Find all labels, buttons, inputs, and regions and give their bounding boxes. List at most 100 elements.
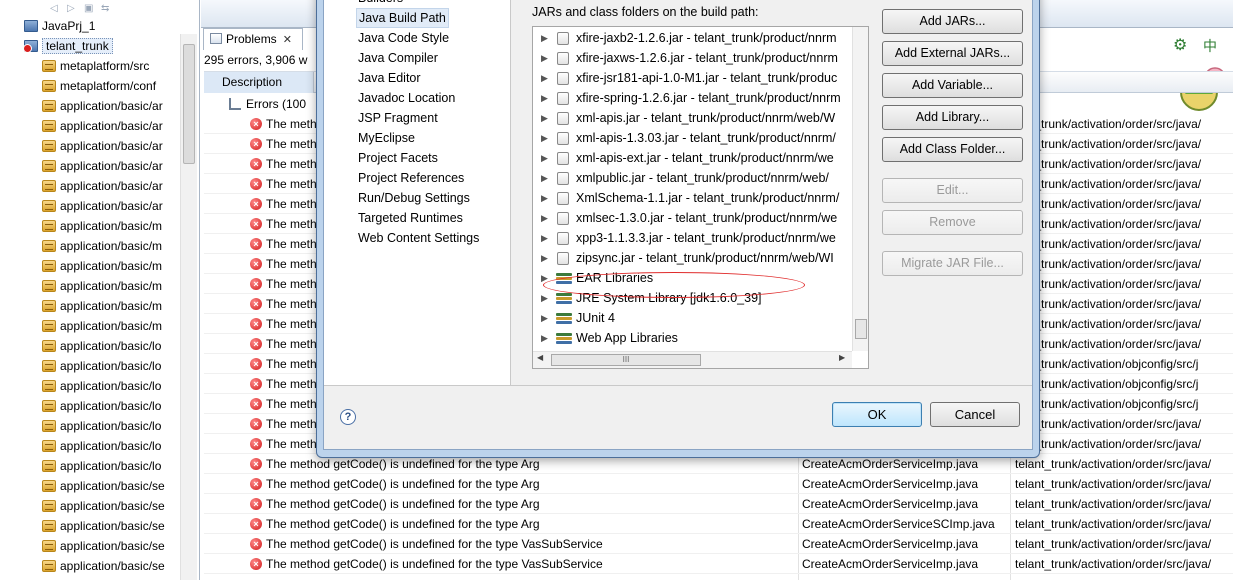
add-jars-button[interactable]: Add JARs...	[882, 9, 1023, 34]
remove-button[interactable]: Remove	[882, 210, 1023, 235]
tree-item[interactable]: application/basic/lo	[42, 336, 161, 356]
expand-arrow-icon[interactable]: ▶	[541, 28, 548, 48]
category-item[interactable]: Java Build Path	[356, 8, 449, 28]
category-item[interactable]: Targeted Runtimes	[356, 208, 465, 228]
expand-arrow-icon[interactable]: ▶	[541, 328, 548, 348]
category-item[interactable]: Builders	[356, 0, 405, 8]
tree-item[interactable]: application/basic/ar	[42, 196, 163, 216]
jar-item[interactable]: ▶ xfire-jsr181-api-1.0-M1.jar - telant_tr…	[533, 68, 851, 88]
tree-item[interactable]: application/basic/ar	[42, 116, 163, 136]
table-row[interactable]: × The method getCode() is undefined for t…	[204, 514, 1233, 534]
table-row[interactable]: × The method getCode() is undefined for t…	[204, 494, 1233, 514]
library-item[interactable]: ▶ EAR Libraries	[533, 268, 851, 288]
jar-vscroll-thumb[interactable]	[855, 319, 867, 339]
tree-item[interactable]: telant_trunk	[23, 36, 113, 56]
jar-list-vscrollbar[interactable]	[852, 27, 868, 351]
tree-item[interactable]: application/basic/lo	[42, 376, 161, 396]
jar-item[interactable]: ▶ xmlpublic.jar - telant_trunk/product/nn…	[533, 168, 851, 188]
forward-icon[interactable]: ▷	[67, 4, 81, 14]
jar-item[interactable]: ▶ xfire-spring-1.2.6.jar - telant_trunk/p…	[533, 88, 851, 108]
jar-item[interactable]: ▶ xpp3-1.1.3.3.jar - telant_trunk/product…	[533, 228, 851, 248]
help-icon[interactable]: ?	[340, 409, 356, 425]
input-method-icon[interactable]: 中	[1203, 38, 1217, 54]
category-item[interactable]: Java Editor	[356, 68, 423, 88]
errors-group[interactable]: Errors (100	[204, 94, 306, 114]
tree-expand-icon[interactable]	[229, 98, 241, 110]
tree-item[interactable]: application/basic/se	[42, 536, 165, 556]
tree-item[interactable]: application/basic/m	[42, 316, 162, 336]
category-item[interactable]: MyEclipse	[356, 128, 417, 148]
tree-item[interactable]: application/basic/ar	[42, 96, 163, 116]
add-library-button[interactable]: Add Library...	[882, 105, 1023, 130]
add-external-jars-button[interactable]: Add External JARs...	[882, 41, 1023, 66]
category-item[interactable]: Java Code Style	[356, 28, 451, 48]
tree-item[interactable]: application/basic/se	[42, 476, 165, 496]
gear-icon[interactable]: ⚙	[1173, 38, 1189, 54]
tree-item[interactable]: application/basic/m	[42, 296, 162, 316]
tab-problems[interactable]: Problems ✕	[203, 28, 303, 50]
explorer-scrollbar[interactable]	[180, 34, 197, 580]
expand-arrow-icon[interactable]: ▶	[541, 228, 548, 248]
category-item[interactable]: Javadoc Location	[356, 88, 457, 108]
jar-item[interactable]: ▶ xfire-jaxb2-1.2.6.jar - telant_trunk/pr…	[533, 28, 851, 48]
tree-item[interactable]: application/basic/se	[42, 496, 165, 516]
category-item[interactable]: Project Facets	[356, 148, 440, 168]
expand-arrow-icon[interactable]: ▶	[541, 288, 548, 308]
expand-arrow-icon[interactable]: ▶	[541, 48, 548, 68]
jar-hscroll-thumb[interactable]: III	[551, 354, 701, 366]
library-item[interactable]: ▶ JUnit 4	[533, 308, 851, 328]
tree-item[interactable]: application/basic/se	[42, 556, 165, 576]
category-item[interactable]: Project References	[356, 168, 466, 188]
explorer-scroll-thumb[interactable]	[183, 44, 195, 164]
tree-item[interactable]: application/basic/ar	[42, 136, 163, 156]
expand-arrow-icon[interactable]: ▶	[541, 308, 548, 328]
back-icon[interactable]: ◁	[50, 4, 64, 14]
category-item[interactable]: JSP Fragment	[356, 108, 440, 128]
tree-item[interactable]: application/basic/ar	[42, 156, 163, 176]
jar-item[interactable]: ▶ xfire-jaxws-1.2.6.jar - telant_trunk/pr…	[533, 48, 851, 68]
table-row[interactable]: × The method getCode() is undefined for t…	[204, 554, 1233, 574]
jar-item[interactable]: ▶ xmlsec-1.3.0.jar - telant_trunk/product…	[533, 208, 851, 228]
collapse-all-icon[interactable]: ▣	[84, 4, 98, 14]
expand-arrow-icon[interactable]: ▶	[541, 88, 548, 108]
table-row[interactable]: × The method getCode() is undefined for t…	[204, 534, 1233, 554]
expand-arrow-icon[interactable]: ▶	[541, 248, 548, 268]
scroll-right-icon[interactable]: ▶	[839, 353, 845, 362]
jar-item[interactable]: ▶ xml-apis-1.3.03.jar - telant_trunk/prod…	[533, 128, 851, 148]
category-item[interactable]: Web Content Settings	[356, 228, 481, 248]
expand-arrow-icon[interactable]: ▶	[541, 168, 548, 188]
tree-item[interactable]: application/basic/m	[42, 256, 162, 276]
category-item[interactable]: Java Compiler	[356, 48, 440, 68]
table-row[interactable]: × The method getCode() is undefined for t…	[204, 474, 1233, 494]
tree-item[interactable]: application/basic/lo	[42, 356, 161, 376]
library-item[interactable]: ▶ JRE System Library [jdk1.6.0_39]	[533, 288, 851, 308]
jar-item[interactable]: ▶ zipsync.jar - telant_trunk/product/nnrm…	[533, 248, 851, 268]
expand-arrow-icon[interactable]: ▶	[541, 148, 548, 168]
tree-item[interactable]: application/basic/m	[42, 216, 162, 236]
jar-item[interactable]: ▶ xml-apis-ext.jar - telant_trunk/product…	[533, 148, 851, 168]
close-icon[interactable]: ✕	[283, 34, 292, 46]
tree-item[interactable]: application/basic/ar	[42, 176, 163, 196]
library-item[interactable]: ▶ Web App Libraries	[533, 328, 851, 348]
add-class-folder-button[interactable]: Add Class Folder...	[882, 137, 1023, 162]
ok-button[interactable]: OK	[832, 402, 922, 427]
expand-arrow-icon[interactable]: ▶	[541, 188, 548, 208]
jar-item[interactable]: ▶ xml-apis.jar - telant_trunk/product/nnr…	[533, 108, 851, 128]
column-description[interactable]: Description	[204, 72, 314, 93]
tree-item[interactable]: application/basic/m	[42, 276, 162, 296]
jar-list-hscrollbar[interactable]: ◀ III ▶	[533, 351, 852, 368]
expand-arrow-icon[interactable]: ▶	[541, 128, 548, 148]
tree-item[interactable]: application/basic/se	[42, 516, 165, 536]
expand-arrow-icon[interactable]: ▶	[541, 108, 548, 128]
tree-item[interactable]: application/basic/lo	[42, 416, 161, 436]
tree-item[interactable]: metaplatform/conf	[42, 76, 156, 96]
category-item[interactable]: Run/Debug Settings	[356, 188, 472, 208]
tree-item[interactable]: metaplatform/src	[42, 56, 149, 76]
tree-item[interactable]: application/basic/lo	[42, 396, 161, 416]
add-variable-button[interactable]: Add Variable...	[882, 73, 1023, 98]
edit-button[interactable]: Edit...	[882, 178, 1023, 203]
expand-arrow-icon[interactable]: ▶	[541, 68, 548, 88]
expand-arrow-icon[interactable]: ▶	[541, 208, 548, 228]
scroll-left-icon[interactable]: ◀	[537, 353, 543, 362]
expand-arrow-icon[interactable]: ▶	[541, 268, 548, 288]
